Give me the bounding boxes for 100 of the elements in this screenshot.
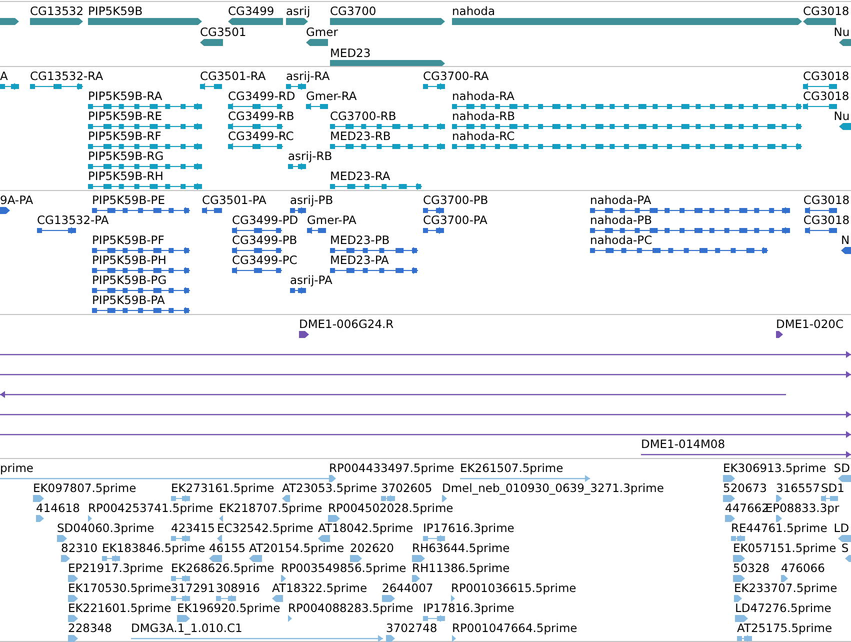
feature-label: asrij-RA — [286, 70, 330, 83]
feature-label: AT20154.5prime — [249, 542, 344, 555]
feature-label: AT18322.5prime — [272, 582, 368, 595]
feature-label: IP17616.3prime — [423, 522, 514, 535]
feature-label: EK221601.5prime — [68, 602, 172, 615]
feature-label: CG3018 — [803, 5, 850, 18]
feature-label: 50328 — [733, 562, 770, 575]
feature-label: SD04060.3prime — [57, 522, 154, 535]
feature-label: DMG3A.1_1.010.C1 — [131, 622, 242, 635]
feature-label: CG3499-RB — [228, 110, 294, 123]
feature-label: AT18042.5prime — [318, 522, 414, 535]
feature-label: PIP5K59B-PE — [92, 194, 165, 207]
feature-label: 46155 — [209, 542, 246, 555]
feature-label: Gmer-RA — [306, 90, 357, 103]
feature-label: RP001047664.5prime — [452, 622, 578, 635]
feature-label: EK170530.5prime — [68, 582, 172, 595]
feature-label: EC32542.5prime — [217, 522, 314, 535]
feature-label: EK306913.5prime — [723, 462, 826, 475]
feature-label: 476066 — [781, 562, 825, 575]
feature-label: CG13532-RA — [30, 70, 104, 83]
feature-label: CG3501-RA — [200, 70, 266, 83]
feature-label: PIP5K59B-PH — [92, 254, 166, 267]
feature-label: 9A-PA — [0, 194, 34, 207]
feature-label: EK057151.5prime — [733, 542, 836, 555]
feature-label: S — [841, 542, 849, 555]
feature-label: Gmer — [306, 26, 338, 39]
feature-label: MED23-RA — [330, 170, 390, 183]
feature-label: AT25175.5prime — [737, 622, 832, 635]
feature-label: CG3700-PA — [423, 214, 488, 227]
feature-label: 2644007 — [382, 582, 434, 595]
feature-label: AT23053.5prime — [282, 482, 378, 495]
feature-label: 317291 — [171, 582, 215, 595]
feature-label: EP21917.3prime — [68, 562, 164, 575]
feature-label: CG3700-RB — [330, 110, 396, 123]
feature-label: PIP5K59B-RF — [88, 130, 162, 143]
feature-label: EK268626.5prime — [171, 562, 274, 575]
feature-label: PIP5K59B-PF — [92, 234, 164, 247]
feature-label: CG3499-RD — [228, 90, 296, 103]
feature-label: CG3501-PA — [202, 194, 266, 207]
feature-label: Gmer-PA — [307, 214, 356, 227]
feature-label: nahoda-PB — [590, 214, 652, 227]
feature-label: CG3499-PD — [232, 214, 298, 227]
feature-label: asrij-RB — [288, 150, 332, 163]
feature-label: IP17816.3prime — [423, 602, 514, 615]
feature-label: DME1-006G24.R — [299, 318, 394, 331]
feature-label: asrij — [286, 5, 310, 18]
feature-label: CG3501 — [200, 26, 246, 39]
feature-label: CG3700 — [330, 5, 376, 18]
feature-label: LD — [834, 522, 850, 535]
feature-label: DME1-014M08 — [641, 438, 726, 451]
feature-label: asrij-PA — [290, 274, 332, 287]
feature-label: Dmel_neb_010930_0639_3271.3prime — [442, 482, 664, 495]
feature-label: PIP5K59B-RA — [88, 90, 162, 103]
feature-label: N — [841, 234, 850, 247]
feature-label: CG3499-PB — [232, 234, 298, 247]
feature-label: MED23-RB — [330, 130, 391, 143]
feature-label: LD47276.5prime — [735, 602, 832, 615]
feature-label: 423415 — [171, 522, 215, 535]
feature-label: PIP5K59B-RE — [88, 110, 162, 123]
feature-label: EK233707.5prime — [734, 582, 838, 595]
feature-label: CG3700-RA — [423, 70, 489, 83]
feature-label: MED23-PB — [330, 234, 390, 247]
feature-label: 414618 — [36, 502, 80, 515]
feature-label: Nu — [834, 110, 850, 123]
feature-label: MED23-PA — [330, 254, 389, 267]
feature-label: EK183846.5prime — [102, 542, 206, 555]
feature-label: CG3499-RC — [228, 130, 294, 143]
feature-label: RP004088283.5prime — [288, 602, 414, 615]
feature-label: CG3700-PB — [423, 194, 488, 207]
feature-label: PIP5K59B-PA — [92, 294, 165, 307]
feature-label: RH11386.5prime — [412, 562, 510, 575]
feature-label: Nu — [834, 26, 850, 39]
feature-label: 202620 — [350, 542, 394, 555]
feature-label: CG3018 — [803, 194, 850, 207]
feature-label: prime — [0, 462, 34, 475]
feature-label: 3702748 — [386, 622, 438, 635]
feature-label: PIP5K59B-RG — [88, 150, 164, 163]
feature-label: CG3018 — [803, 214, 850, 227]
feature-label: CG3499-PC — [232, 254, 298, 267]
feature-label: RE44761.5prime — [731, 522, 828, 535]
feature-label: MED23 — [330, 47, 371, 60]
feature-label: EK261507.5prime — [460, 462, 564, 475]
feature-label: nahoda-RA — [452, 90, 515, 103]
feature-label: A — [0, 70, 8, 83]
feature-label: nahoda-RB — [452, 110, 516, 123]
feature-label: 316557 — [776, 482, 820, 495]
feature-label: PIP5K59B-RH — [88, 170, 164, 183]
feature-label: nahoda — [452, 5, 496, 18]
feature-label: SD1 — [821, 482, 844, 495]
feature-label: EK218707.5prime — [219, 502, 322, 515]
feature-label: 520673 — [723, 482, 767, 495]
feature-label: RP003549856.5prime — [281, 562, 406, 575]
feature-label: EK097807.5prime — [33, 482, 136, 495]
feature-label: CG3018 — [803, 70, 850, 83]
feature-label: EK273161.5prime — [171, 482, 274, 495]
feature-label: 308916 — [216, 582, 260, 595]
feature-label: SD — [834, 462, 850, 475]
feature-label: CG3018 — [803, 90, 850, 103]
feature-label: RP004433497.5prime — [329, 462, 454, 475]
feature-label: PIP5K59B-PG — [92, 274, 167, 287]
